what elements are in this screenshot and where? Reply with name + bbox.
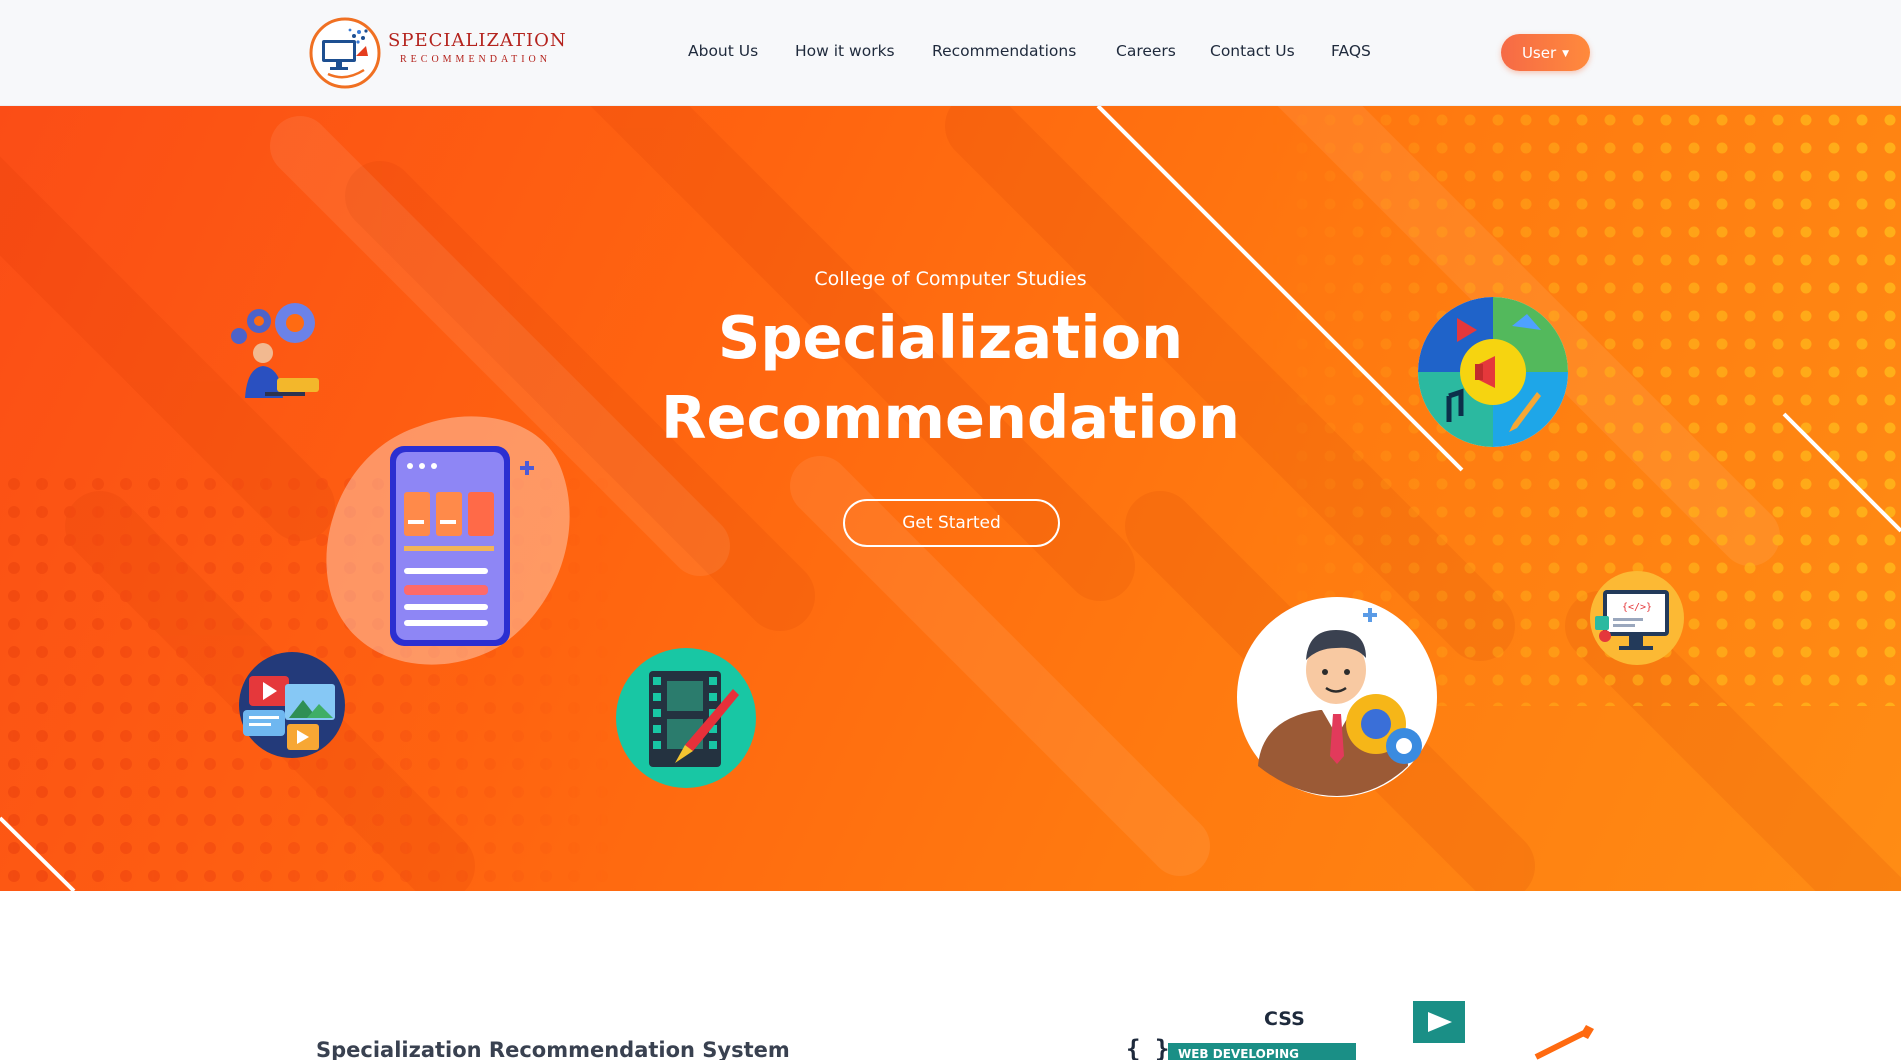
nav-recommendations[interactable]: Recommendations xyxy=(932,42,1076,60)
user-dropdown-button[interactable]: User ▼ xyxy=(1501,34,1590,71)
video-chat-icon xyxy=(239,652,345,758)
user-button-label: User xyxy=(1521,43,1557,62)
sparkle-plus-icon xyxy=(520,461,534,475)
hero-title-line2: Recommendation xyxy=(661,383,1240,452)
css-label: CSS xyxy=(1264,1008,1305,1030)
brand-logo[interactable]: SPECIALIZATION RECOMMENDATION xyxy=(308,16,566,90)
hero-title: Specialization Recommendation xyxy=(0,298,1901,458)
nav-careers[interactable]: Careers xyxy=(1116,42,1176,60)
top-navbar: SPECIALIZATION RECOMMENDATION About Us H… xyxy=(0,0,1901,106)
code-monitor-icon: {</>} xyxy=(1590,571,1684,665)
nav-how-it-works[interactable]: How it works xyxy=(795,42,895,60)
nav-contact-us[interactable]: Contact Us xyxy=(1210,42,1295,60)
brand-subtitle: RECOMMENDATION xyxy=(400,54,551,65)
nav-about-us[interactable]: About Us xyxy=(688,42,758,60)
hero-banner: {</>} College of Computer Studies Specia… xyxy=(0,106,1901,891)
get-started-button[interactable]: Get Started xyxy=(843,499,1060,547)
film-edit-icon xyxy=(616,648,756,788)
caret-down-icon: ▼ xyxy=(1562,48,1570,59)
businessman-gears-icon xyxy=(1237,597,1437,797)
web-developing-label: WEB DEVELOPING xyxy=(1178,1047,1299,1060)
braces-icon: { } xyxy=(1126,1035,1169,1060)
nav-faqs[interactable]: FAQS xyxy=(1331,42,1371,60)
about-section-title: Specialization Recommendation System xyxy=(316,1038,790,1060)
code-tag-label: {</>} xyxy=(1622,602,1652,613)
hero-title-line1: Specialization xyxy=(717,303,1184,372)
brand-name: SPECIALIZATION xyxy=(388,30,567,51)
logo-mark-icon xyxy=(309,17,381,89)
mobile-app-icon xyxy=(390,446,510,646)
web-development-illustration: CSS { } WEB DEVELOPING xyxy=(1126,1001,1594,1060)
hero-subtitle: College of Computer Studies xyxy=(814,268,1087,290)
